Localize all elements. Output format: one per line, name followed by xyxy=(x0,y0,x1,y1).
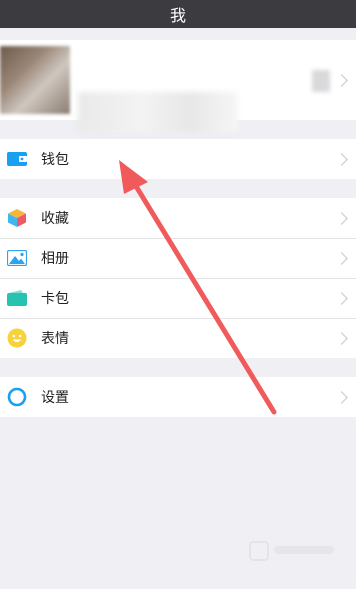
menu-item-card-wallet[interactable]: 卡包 xyxy=(0,278,356,318)
chevron-right-icon xyxy=(335,332,348,345)
menu-item-wallet[interactable]: 钱包 xyxy=(0,139,356,179)
profile-name-blurred xyxy=(78,92,238,132)
menu-item-label: 相册 xyxy=(41,251,69,267)
menu-item-label: 钱包 xyxy=(41,152,69,168)
chevron-right-icon xyxy=(335,252,348,265)
chevron-right-icon xyxy=(335,391,348,404)
chevron-right-icon xyxy=(335,212,348,225)
chevron-right-icon xyxy=(335,153,348,166)
chevron-right-icon xyxy=(335,74,348,87)
menu-item-emoji[interactable]: 表情 xyxy=(0,318,356,358)
watermark xyxy=(248,538,343,564)
favorites-cube-icon xyxy=(7,209,27,227)
wallet-icon xyxy=(7,150,27,168)
card-wallet-icon xyxy=(7,289,27,307)
page-title: 我 xyxy=(169,6,186,25)
menu-group-media: 收藏 相册 卡包 表情 xyxy=(0,198,356,358)
settings-gear-icon xyxy=(7,387,27,407)
menu-item-album[interactable]: 相册 xyxy=(0,238,356,278)
menu-item-settings[interactable]: 设置 xyxy=(0,377,356,417)
menu-group-wallet: 钱包 xyxy=(0,139,356,179)
chevron-right-icon xyxy=(335,292,348,305)
menu-group-settings: 设置 xyxy=(0,377,356,417)
menu-item-label: 设置 xyxy=(41,390,69,406)
menu-item-favorites[interactable]: 收藏 xyxy=(0,198,356,238)
qr-code-icon[interactable] xyxy=(312,70,330,92)
menu-item-label: 卡包 xyxy=(41,291,69,307)
menu-item-label: 收藏 xyxy=(41,211,69,227)
menu-item-label: 表情 xyxy=(41,331,69,347)
album-icon xyxy=(7,249,27,267)
avatar[interactable] xyxy=(0,46,70,114)
profile-card[interactable] xyxy=(0,40,356,132)
top-bar: 我 xyxy=(0,0,356,28)
emoji-icon xyxy=(7,328,27,348)
